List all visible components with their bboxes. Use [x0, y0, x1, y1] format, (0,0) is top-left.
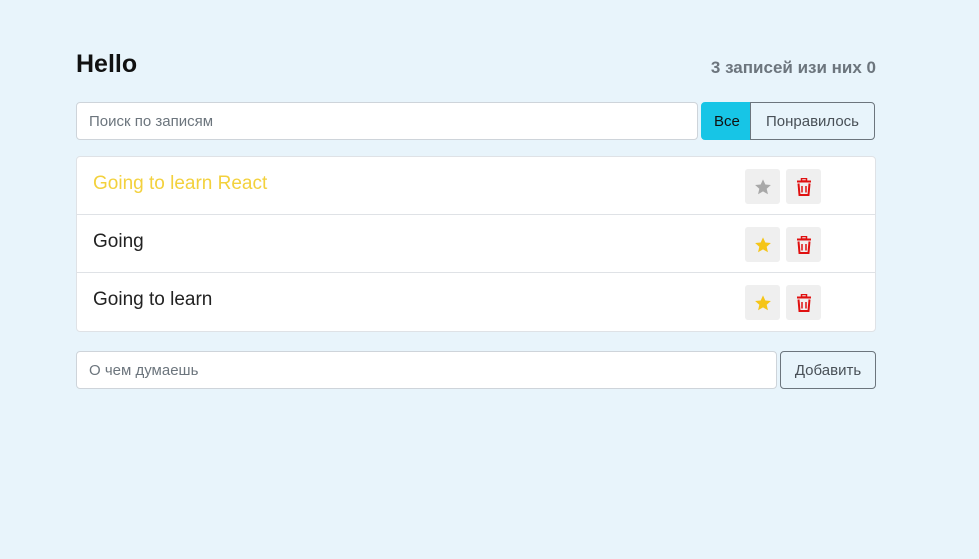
- search-input[interactable]: [76, 102, 698, 140]
- trash-icon: [796, 293, 811, 312]
- list-item: Going to learn: [77, 273, 875, 331]
- star-icon: [754, 294, 771, 310]
- post-label[interactable]: Going to learn: [93, 289, 212, 311]
- post-label[interactable]: Going: [93, 231, 144, 253]
- trash-icon: [796, 177, 811, 196]
- search-panel: Все Понравилось: [76, 102, 876, 140]
- trash-icon: [796, 235, 811, 254]
- star-icon: [754, 236, 771, 252]
- delete-button[interactable]: [786, 227, 821, 262]
- post-counter: 3 записей изи них 0: [710, 58, 876, 77]
- add-post-form: Добавить: [76, 351, 876, 389]
- star-icon: [754, 178, 771, 194]
- page-title: Hello: [76, 50, 138, 78]
- new-post-input[interactable]: [76, 351, 777, 389]
- post-label[interactable]: Going to learn React: [93, 173, 267, 195]
- post-list: Going to learn React Going Going to lear…: [76, 156, 876, 332]
- list-item: Going: [77, 215, 875, 273]
- app-header: Hello 3 записей изи них 0: [76, 48, 876, 88]
- add-button[interactable]: Добавить: [780, 351, 876, 389]
- star-button[interactable]: [745, 169, 780, 204]
- filter-liked-button[interactable]: Понравилось: [750, 102, 875, 140]
- filter-all-button[interactable]: Все: [701, 102, 751, 140]
- delete-button[interactable]: [786, 285, 821, 320]
- delete-button[interactable]: [786, 169, 821, 204]
- star-button[interactable]: [745, 227, 780, 262]
- status-filter: Все Понравилось: [701, 102, 875, 140]
- list-item: Going to learn React: [77, 157, 875, 215]
- star-button[interactable]: [745, 285, 780, 320]
